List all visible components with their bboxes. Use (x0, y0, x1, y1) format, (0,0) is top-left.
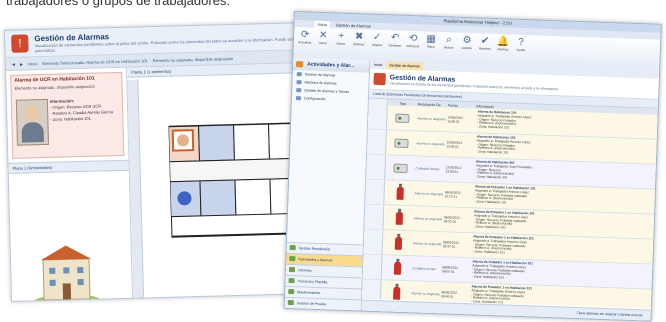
resolution-cell[interactable]: Alarma no asignada (413, 231, 444, 256)
ribbon-button-label: Resolver (478, 46, 491, 51)
ribbon-button-label: Ayuda (516, 47, 526, 53)
alarm-card-info: Información: - Origen: Recurso UCR UCR -… (50, 97, 113, 123)
date-cell: 06/06/2012 09:52:01 (443, 215, 460, 224)
ribbon-button[interactable]: ✔ Resolver (478, 35, 493, 51)
ribbon-button-label: Eliminar (353, 42, 365, 47)
pull-cord-icon (393, 261, 401, 275)
resolution-cell[interactable]: Cuidados tiempo (412, 256, 443, 281)
breadcrumb-status: Elemento no asignado, disponible asignac… (152, 55, 234, 63)
row-selector[interactable] (367, 129, 387, 155)
sensor-icon (395, 113, 410, 123)
ribbon-button[interactable]: ⌕ Buscar (442, 34, 457, 50)
date-cell: 06/06/2012 09:37:01 (442, 240, 460, 249)
date-cell: 06/06/2012 10:27:41 (444, 190, 461, 199)
plano-label: Plano 1 (Ambientales) (8, 159, 129, 174)
nav-sections: Gestión Residencial Actividades y Alarmas… (284, 241, 363, 311)
ribbon-button[interactable]: ✓ Asignar (370, 32, 385, 48)
pull-cord-icon (395, 186, 404, 200)
date-cell: 06/06/2012 09:05:01 (441, 265, 459, 274)
page-caption: trabajadores o grupos de trabajadores. (6, 0, 231, 8)
pull-cord-icon (392, 286, 400, 300)
doc-tab-alarmas[interactable]: Gestión de Alarmas (386, 61, 423, 71)
alarm-icon (373, 72, 386, 86)
resolution-cell[interactable]: Alarma no asignada (413, 206, 444, 231)
info-line: - Zona: Habitación 101 (50, 115, 91, 122)
date-cell: 14/06/2012 13:00:01 (447, 115, 464, 124)
type-cell (383, 205, 414, 230)
tab-gestion[interactable]: Gestión de Alarmas (336, 21, 371, 29)
ribbon-button-label: Buscar (444, 45, 454, 50)
breadcrumb-selected: Elemento Seleccionado: Alarma de UCR en … (42, 57, 148, 66)
ribbon-button[interactable]: 🔔 Alarmas (496, 36, 511, 52)
ribbon-button[interactable]: ✖ Eliminar (352, 31, 367, 47)
ribbon-button[interactable]: ⚙ Gestión (460, 35, 475, 51)
ribbon-button[interactable]: ⟳ Actualizar (298, 29, 313, 45)
type-cell (382, 255, 413, 280)
ribbon-button-label: Deshacer (388, 43, 402, 48)
resolution-cell[interactable]: Alarma no asignada (416, 131, 447, 156)
ribbon-button[interactable]: + Nuevo (334, 30, 349, 46)
app-window: Plataforma Asistencial 'Helpme' - 2.0.0 … (283, 11, 662, 322)
ribbon-button[interactable]: ↶ Deshacer (388, 32, 403, 48)
main-pane: Inicio Gestión de Alarmas Gestión de Ala… (361, 60, 660, 321)
row-selector[interactable] (364, 204, 385, 230)
ribbon-button[interactable]: ▦ Plano (424, 34, 439, 50)
ribbon-button-label: Gestión (461, 45, 473, 51)
row-selector[interactable] (362, 254, 383, 280)
sensor-icon (394, 138, 409, 148)
ribbon-button-label: Plano (426, 44, 435, 49)
type-cell (386, 130, 417, 155)
ribbon-button-label: Actualizar (298, 40, 312, 45)
type-cell (385, 155, 416, 180)
back-arrow-icon[interactable]: ◀ (12, 61, 15, 66)
pull-cord-icon (395, 211, 403, 225)
ribbon-button[interactable]: ⟲ Refrescar (406, 33, 421, 49)
doc-tab-inicio[interactable]: Inicio (374, 61, 382, 69)
row-selector[interactable] (365, 179, 386, 205)
date-cell: 13/06/2012 13:00:01 (446, 140, 463, 149)
nav-section-button[interactable]: Gestión de Prueba (284, 296, 361, 311)
resolution-cell[interactable]: Alarma no asignada (414, 181, 445, 206)
type-cell (383, 230, 414, 255)
date-cell: 12/06/2012 13:00:01 (445, 165, 462, 174)
resolution-cell[interactable]: Alarma no asignada (417, 106, 448, 131)
ribbon-button-label: Refrescar (406, 43, 420, 49)
tab-inicio[interactable]: Inicio (314, 20, 331, 29)
ribbon-button[interactable]: ? Ayuda (514, 37, 529, 53)
row-selector[interactable] (367, 104, 388, 130)
forward-arrow-icon[interactable]: ▶ (20, 61, 23, 66)
resident-photo (15, 98, 50, 146)
ribbon-button[interactable]: ✕ Cerrar (316, 30, 331, 46)
resolution-cell[interactable]: Cuidados tiempo (415, 156, 446, 181)
alarm-icon: ! (11, 34, 29, 53)
ribbon-button-label: Asignar (371, 42, 383, 48)
ribbon-button-label: Alarmas (497, 47, 509, 52)
row-selector[interactable] (363, 229, 384, 255)
navigation-pane: Actividades y Alar... Gestión de Alarmas… (284, 58, 371, 311)
type-cell (387, 105, 418, 130)
pull-cord-icon (394, 236, 402, 250)
type-cell (384, 180, 415, 205)
nav-item[interactable]: Configuración (292, 94, 368, 105)
row-selector[interactable] (366, 154, 387, 180)
ribbon-button-label: Nuevo (336, 41, 346, 46)
building-icon (33, 245, 102, 302)
alarm-card[interactable]: Alarma de UCR en Habitación 101 Elemento… (10, 71, 125, 159)
sensor-icon (393, 163, 408, 173)
breadcrumb-home[interactable]: Inicio (28, 61, 37, 66)
alarm-list: Alarma no asignada 14/06/2012 13:00:01 Ala… (362, 104, 658, 309)
detail-panel: Alarma de UCR en Habitación 101 Elemento… (6, 67, 134, 302)
ribbon-button-label: Cerrar (318, 40, 328, 46)
